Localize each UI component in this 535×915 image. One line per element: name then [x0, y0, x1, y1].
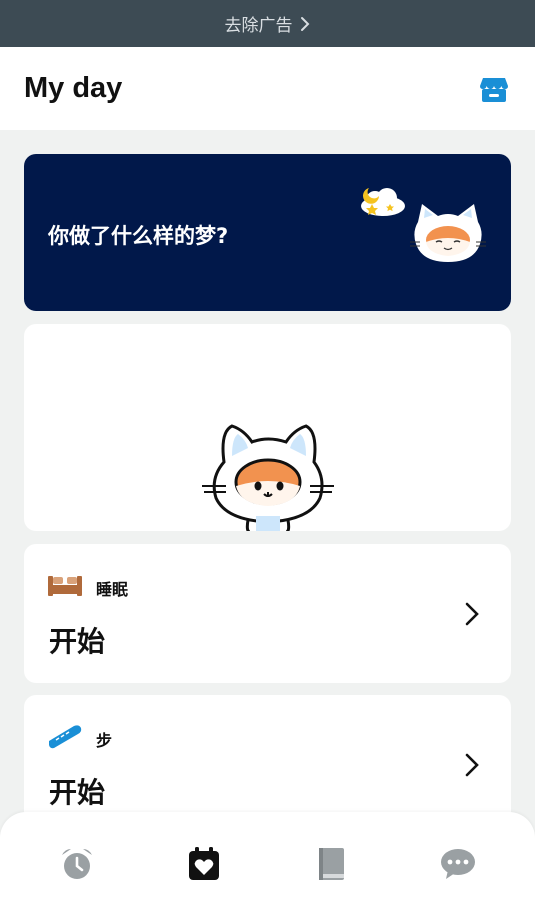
page-title: My day	[24, 72, 123, 104]
chevron-right-icon	[300, 16, 309, 31]
sleep-card[interactable]: 睡眠 开始	[24, 544, 511, 683]
remove-ads-bar[interactable]: 去除广告	[0, 0, 535, 47]
mascot-card	[24, 324, 511, 531]
dream-question: 你做了什么样的梦?	[48, 224, 229, 248]
bottom-tab-bar	[0, 812, 535, 915]
moon-cloud-icon	[361, 188, 405, 216]
cat-mascot-illustration	[202, 424, 334, 531]
sleeping-cat-illustration	[410, 204, 486, 262]
tab-journal[interactable]	[296, 834, 366, 894]
shoe-icon	[49, 725, 82, 749]
app-header: My day	[0, 47, 535, 130]
shop-button[interactable]	[479, 74, 509, 104]
chat-bubble-icon	[440, 848, 475, 879]
tab-chat[interactable]	[423, 834, 493, 894]
sleep-label: 睡眠	[96, 580, 129, 599]
dream-prompt-card[interactable]: 你做了什么样的梦?	[24, 154, 511, 311]
calendar-heart-icon	[189, 846, 220, 880]
steps-label: 步	[96, 731, 113, 750]
bed-icon	[48, 576, 82, 596]
tab-alarm[interactable]	[42, 834, 112, 894]
steps-value: 开始	[49, 776, 106, 809]
sleep-value: 开始	[49, 625, 106, 658]
remove-ads-label: 去除广告	[224, 16, 293, 36]
book-icon	[318, 847, 344, 880]
tab-my-day[interactable]	[169, 834, 239, 894]
chevron-right-icon	[465, 602, 479, 626]
shop-icon	[480, 77, 508, 102]
alarm-clock-icon	[62, 848, 93, 879]
chevron-right-icon	[465, 753, 479, 777]
